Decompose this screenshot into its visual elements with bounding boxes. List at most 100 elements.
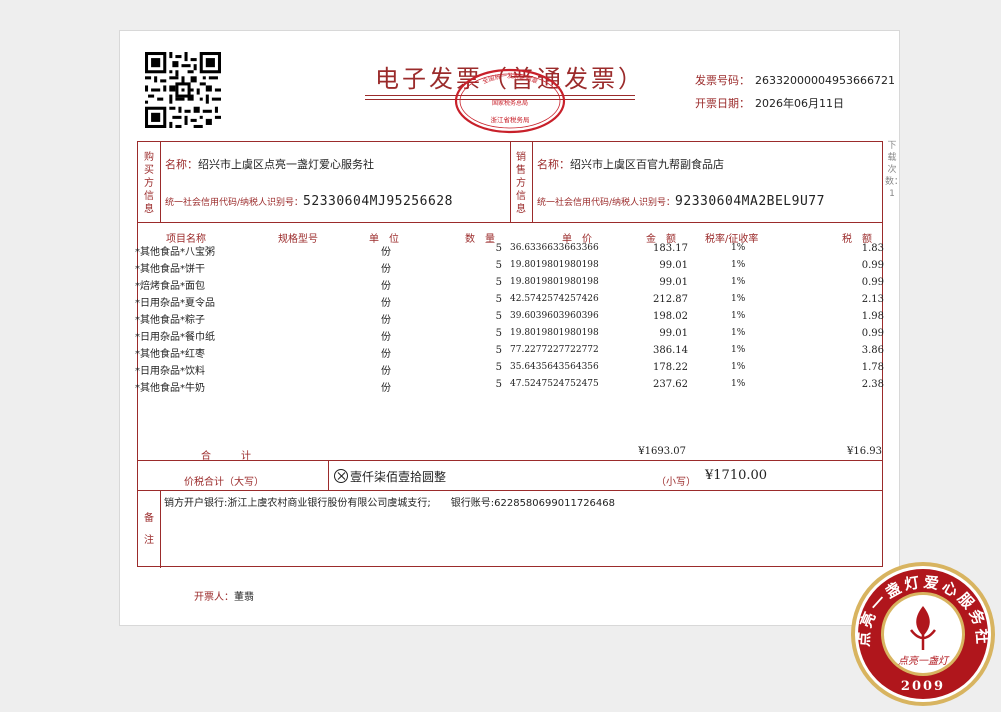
divider [138, 490, 882, 491]
cell-unit: 份 [381, 315, 391, 326]
cell-name: *其他食品*牛奶 [135, 383, 205, 394]
cell-rate: 1% [731, 260, 746, 270]
cell-qty: 5 [495, 379, 502, 390]
cell-unit: 份 [381, 332, 391, 343]
cell-amount: 212.87 [653, 294, 688, 305]
cell-price: 19.8019801980198 [510, 277, 599, 287]
buyer-name: 绍兴市上虞区点亮一盏灯爱心服务社 [198, 158, 374, 171]
seller-id: 92330604MA2BEL9U77 [675, 194, 825, 209]
grand-total-words: 壹仟柒佰壹拾圆整 [350, 470, 447, 484]
cell-price: 36.6336633663366 [510, 243, 599, 253]
seller-side-label: 销售方信息 [516, 152, 526, 215]
seal-bottom-text: 浙江省税务局 [491, 115, 530, 124]
cell-unit: 份 [381, 298, 391, 309]
table-row: *日用杂品*餐巾纸 份 5 19.8019801980198 99.01 1% 0.99 [135, 328, 884, 345]
cell-amount: 237.62 [653, 379, 688, 390]
grand-total-small-label: （小写） [656, 477, 696, 488]
divider [138, 460, 882, 461]
grand-total-label: 价税合计（大写） [184, 477, 264, 488]
remarks-account: 银行账号:6228580699011726468 [450, 498, 616, 509]
club-badge-logo: 点亮一盏灯爱心服务社 点亮一盏灯 2009 [851, 562, 995, 706]
cell-tax: 1.78 [861, 362, 884, 373]
divider [328, 460, 329, 490]
cell-rate: 1% [731, 379, 746, 389]
cell-unit: 份 [381, 383, 391, 394]
divider [160, 490, 161, 568]
cell-tax: 1.83 [861, 243, 884, 254]
cell-rate: 1% [731, 311, 746, 321]
table-row: *其他食品*牛奶 份 5 47.5247524752475 237.62 1% 2.38 [135, 379, 884, 396]
cell-name: *日用杂品*夏令品 [135, 298, 215, 309]
divider [532, 142, 533, 222]
cell-tax: 2.13 [861, 294, 884, 305]
invoice-table-frame: 购买方信息 名称：绍兴市上虞区点亮一盏灯爱心服务社 统一社会信用代码/纳税人识别… [135, 141, 884, 568]
table-row: *日用杂品*夏令品 份 5 42.5742574257426 212.87 1% 2.13 [135, 294, 884, 311]
cell-price: 47.5247524752475 [510, 379, 599, 389]
cell-unit: 份 [381, 349, 391, 360]
cell-tax: 1.98 [861, 311, 884, 322]
cell-qty: 5 [495, 311, 502, 322]
cell-amount: 99.01 [659, 260, 688, 271]
cell-amount: 99.01 [659, 277, 688, 288]
cell-price: 39.6039603960396 [510, 311, 599, 321]
circled-x-icon [334, 469, 348, 483]
cell-qty: 5 [495, 260, 502, 271]
cell-price: 77.2277227722772 [510, 345, 599, 355]
buyer-name-label: 名称： [165, 158, 198, 171]
divider [510, 142, 511, 222]
seal-top-text: 全国统一发票监制章 [481, 72, 539, 86]
seller-id-row: 统一社会信用代码/纳税人识别号：92330604MA2BEL9U77 [537, 194, 825, 209]
cell-name: *其他食品*饼干 [135, 264, 205, 275]
invoice-number-label: 发票号码： [695, 74, 750, 87]
cell-name: *其他食品*八宝粥 [135, 247, 215, 258]
cell-price: 19.8019801980198 [510, 328, 599, 338]
seller-name: 绍兴市上虞区百官九帮副食品店 [570, 158, 724, 171]
invoice-number-row: 发票号码： 26332000004953666721 [695, 72, 895, 88]
table-row: *焙烤食品*面包 份 5 19.8019801980198 99.01 1% 0.99 [135, 277, 884, 294]
table-row: *其他食品*饼干 份 5 19.8019801980198 99.01 1% 0.99 [135, 260, 884, 277]
table-row: *日用杂品*饮料 份 5 35.6435643564356 178.22 1% 1.78 [135, 362, 884, 379]
grand-total-amount: ¥1710.00 [705, 468, 768, 483]
cell-name: *其他食品*粽子 [135, 315, 205, 326]
cell-tax: 0.99 [861, 277, 884, 288]
cell-qty: 5 [495, 243, 502, 254]
buyer-id: 52330604MJ95256628 [303, 194, 453, 209]
cell-rate: 1% [731, 243, 746, 253]
remarks-text: 销方开户银行:浙江上虞农村商业银行股份有限公司虞城支行; 银行账号:6228580… [164, 494, 615, 509]
download-count: 下载次数：1 [885, 141, 904, 199]
invoice-date: 2026年06月11日 [755, 97, 844, 110]
buyer-name-row: 名称：绍兴市上虞区点亮一盏灯爱心服务社 [165, 156, 374, 172]
cell-price: 42.5742574257426 [510, 294, 599, 304]
cell-price: 19.8019801980198 [510, 260, 599, 270]
invoice-number: 26332000004953666721 [755, 74, 895, 87]
total-amount: ¥1693.07 [638, 446, 686, 457]
cell-qty: 5 [495, 277, 502, 288]
total-tax: ¥16.93 [847, 446, 882, 457]
cell-name: *焙烤食品*面包 [135, 281, 205, 292]
badge-year: 2009 [901, 679, 945, 694]
cell-price: 35.6435643564356 [510, 362, 599, 372]
buyer-id-label: 统一社会信用代码/纳税人识别号： [165, 198, 304, 208]
cell-qty: 5 [495, 362, 502, 373]
divider [138, 222, 882, 223]
cell-amount: 386.14 [653, 345, 688, 356]
table-row: *其他食品*红枣 份 5 77.2277227722772 386.14 1% 3.86 [135, 345, 884, 362]
badge-center-text: 点亮一盏灯 [898, 655, 950, 667]
invoice-paper: 电子发票（普通发票） 全国统一发票监制章 国家税务总局 浙江省税务局 发票号码：… [119, 30, 900, 626]
seal-middle-text: 国家税务总局 [492, 99, 528, 107]
cell-tax: 3.86 [861, 345, 884, 356]
cell-rate: 1% [731, 277, 746, 287]
cell-rate: 1% [731, 328, 746, 338]
cell-tax: 0.99 [861, 328, 884, 339]
remarks-side-label: 备注 [144, 513, 154, 546]
cell-rate: 1% [731, 294, 746, 304]
issuer-row: 开票人：董翡 [194, 588, 254, 603]
cell-qty: 5 [495, 294, 502, 305]
issuer-name: 董翡 [234, 592, 254, 603]
cell-amount: 99.01 [659, 328, 688, 339]
cell-name: *其他食品*红枣 [135, 349, 205, 360]
cell-qty: 5 [495, 345, 502, 356]
cell-unit: 份 [381, 264, 391, 275]
cell-tax: 2.38 [861, 379, 884, 390]
cell-name: *日用杂品*饮料 [135, 366, 205, 377]
